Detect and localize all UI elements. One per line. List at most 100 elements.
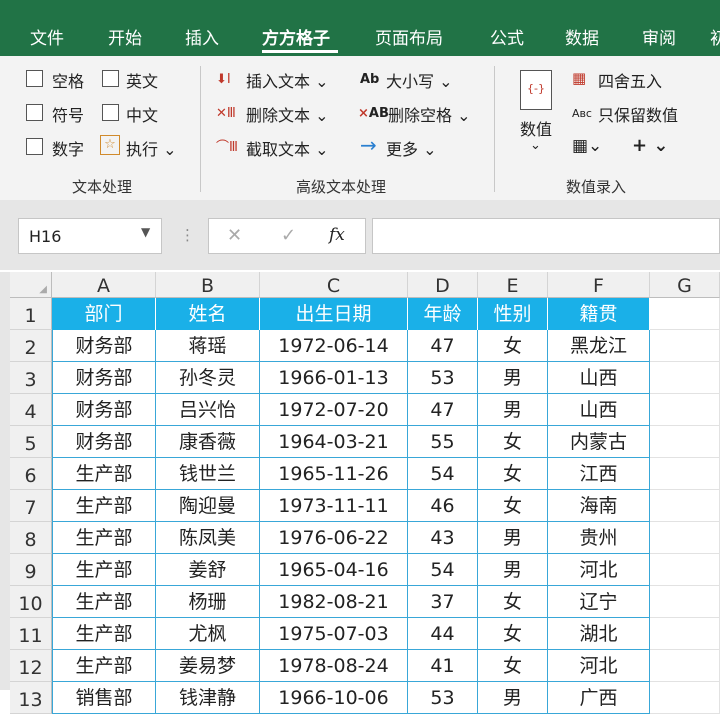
table-cell[interactable]: 女 bbox=[478, 458, 548, 490]
keep-values-button[interactable]: 只保留数值 bbox=[598, 102, 678, 126]
insert-function-icon[interactable]: fx bbox=[329, 225, 345, 245]
tab-review[interactable]: 审阅 bbox=[642, 24, 676, 49]
table-cell[interactable]: 44 bbox=[408, 618, 478, 650]
table-cell[interactable]: 生产部 bbox=[52, 618, 156, 650]
tab-fangfang[interactable]: 方方格子 bbox=[262, 24, 330, 49]
empty-cell[interactable] bbox=[650, 682, 720, 714]
checkbox-chinese[interactable] bbox=[102, 104, 119, 121]
execute-button[interactable]: 执行 ⌄ bbox=[126, 136, 177, 160]
table-cell[interactable]: 财务部 bbox=[52, 394, 156, 426]
checkbox-english[interactable] bbox=[102, 70, 119, 87]
table-cell[interactable]: 陈凤美 bbox=[156, 522, 260, 554]
row-header-2[interactable]: 2 bbox=[10, 330, 52, 362]
tab-page-layout[interactable]: 页面布局 bbox=[375, 24, 443, 49]
row-header-3[interactable]: 3 bbox=[10, 362, 52, 394]
empty-cell[interactable] bbox=[650, 426, 720, 458]
grid-edit-icon[interactable]: ▦⌄ bbox=[572, 138, 602, 155]
table-header-cell[interactable]: 部门 bbox=[52, 298, 156, 330]
table-cell[interactable]: 男 bbox=[478, 522, 548, 554]
table-cell[interactable]: 黑龙江 bbox=[548, 330, 650, 362]
table-cell[interactable]: 41 bbox=[408, 650, 478, 682]
table-cell[interactable]: 生产部 bbox=[52, 554, 156, 586]
table-cell[interactable]: 男 bbox=[478, 362, 548, 394]
delete-space-button[interactable]: 删除空格 ⌄ bbox=[388, 102, 471, 126]
table-cell[interactable]: 内蒙古 bbox=[548, 426, 650, 458]
table-cell[interactable]: 1972-06-14 bbox=[260, 330, 408, 362]
column-header-B[interactable]: B bbox=[156, 272, 260, 298]
table-cell[interactable]: 姜舒 bbox=[156, 554, 260, 586]
table-cell[interactable]: 康香薇 bbox=[156, 426, 260, 458]
table-cell[interactable]: 1966-01-13 bbox=[260, 362, 408, 394]
table-cell[interactable]: 46 bbox=[408, 490, 478, 522]
row-header-8[interactable]: 8 bbox=[10, 522, 52, 554]
table-header-cell[interactable]: 出生日期 bbox=[260, 298, 408, 330]
column-header-G[interactable]: G bbox=[650, 272, 720, 298]
column-header-A[interactable]: A bbox=[52, 272, 156, 298]
table-cell[interactable]: 钱世兰 bbox=[156, 458, 260, 490]
table-cell[interactable]: 1966-10-06 bbox=[260, 682, 408, 714]
column-header-D[interactable]: D bbox=[408, 272, 478, 298]
table-cell[interactable]: 财务部 bbox=[52, 362, 156, 394]
name-box[interactable]: H16 ▼ bbox=[18, 218, 162, 254]
table-cell[interactable]: 1976-06-22 bbox=[260, 522, 408, 554]
table-cell[interactable]: 37 bbox=[408, 586, 478, 618]
table-cell[interactable]: 吕兴怡 bbox=[156, 394, 260, 426]
table-cell[interactable]: 海南 bbox=[548, 490, 650, 522]
table-cell[interactable]: 贵州 bbox=[548, 522, 650, 554]
table-cell[interactable]: 女 bbox=[478, 650, 548, 682]
row-header-11[interactable]: 11 bbox=[10, 618, 52, 650]
empty-cell[interactable] bbox=[650, 330, 720, 362]
numeric-button[interactable]: 数值 bbox=[520, 116, 552, 140]
empty-cell[interactable] bbox=[650, 458, 720, 490]
table-cell[interactable]: 生产部 bbox=[52, 490, 156, 522]
table-header-cell[interactable]: 年龄 bbox=[408, 298, 478, 330]
row-header-7[interactable]: 7 bbox=[10, 490, 52, 522]
table-cell[interactable]: 湖北 bbox=[548, 618, 650, 650]
table-header-cell[interactable]: 姓名 bbox=[156, 298, 260, 330]
round-button[interactable]: 四舍五入 bbox=[598, 68, 662, 92]
cancel-icon[interactable]: ✕ bbox=[227, 225, 242, 246]
tab-data[interactable]: 数据 bbox=[565, 24, 599, 49]
table-cell[interactable]: 山西 bbox=[548, 362, 650, 394]
table-cell[interactable]: 生产部 bbox=[52, 586, 156, 618]
table-cell[interactable]: 1973-11-11 bbox=[260, 490, 408, 522]
empty-cell[interactable] bbox=[650, 586, 720, 618]
table-cell[interactable]: 杨珊 bbox=[156, 586, 260, 618]
table-cell[interactable]: 女 bbox=[478, 490, 548, 522]
delete-text-button[interactable]: 删除文本 ⌄ bbox=[246, 102, 329, 126]
table-cell[interactable]: 43 bbox=[408, 522, 478, 554]
table-cell[interactable]: 1978-08-24 bbox=[260, 650, 408, 682]
table-cell[interactable]: 男 bbox=[478, 682, 548, 714]
column-header-E[interactable]: E bbox=[478, 272, 548, 298]
empty-cell[interactable] bbox=[650, 490, 720, 522]
tab-formulas[interactable]: 公式 bbox=[490, 24, 524, 49]
table-cell[interactable]: 江西 bbox=[548, 458, 650, 490]
select-all-corner[interactable]: ◢ bbox=[10, 272, 52, 298]
table-cell[interactable]: 男 bbox=[478, 554, 548, 586]
row-header-1[interactable]: 1 bbox=[10, 298, 52, 330]
table-cell[interactable]: 陶迎曼 bbox=[156, 490, 260, 522]
column-header-C[interactable]: C bbox=[260, 272, 408, 298]
table-cell[interactable]: 55 bbox=[408, 426, 478, 458]
table-cell[interactable]: 女 bbox=[478, 330, 548, 362]
table-cell[interactable]: 尤枫 bbox=[156, 618, 260, 650]
checkbox-number[interactable] bbox=[26, 138, 43, 155]
empty-cell[interactable] bbox=[650, 650, 720, 682]
table-cell[interactable]: 54 bbox=[408, 554, 478, 586]
checkbox-symbol[interactable] bbox=[26, 104, 43, 121]
table-cell[interactable]: 生产部 bbox=[52, 522, 156, 554]
table-cell[interactable]: 1964-03-21 bbox=[260, 426, 408, 458]
table-cell[interactable]: 钱津静 bbox=[156, 682, 260, 714]
table-cell[interactable]: 生产部 bbox=[52, 458, 156, 490]
empty-cell[interactable] bbox=[650, 298, 720, 330]
row-header-6[interactable]: 6 bbox=[10, 458, 52, 490]
empty-cell[interactable] bbox=[650, 394, 720, 426]
table-cell[interactable]: 河北 bbox=[548, 554, 650, 586]
insert-text-button[interactable]: 插入文本 ⌄ bbox=[246, 68, 329, 92]
table-cell[interactable]: 1972-07-20 bbox=[260, 394, 408, 426]
row-header-5[interactable]: 5 bbox=[10, 426, 52, 458]
table-cell[interactable]: 河北 bbox=[548, 650, 650, 682]
table-cell[interactable]: 辽宁 bbox=[548, 586, 650, 618]
formula-input[interactable] bbox=[372, 218, 720, 254]
tab-file[interactable]: 文件 bbox=[30, 24, 64, 49]
